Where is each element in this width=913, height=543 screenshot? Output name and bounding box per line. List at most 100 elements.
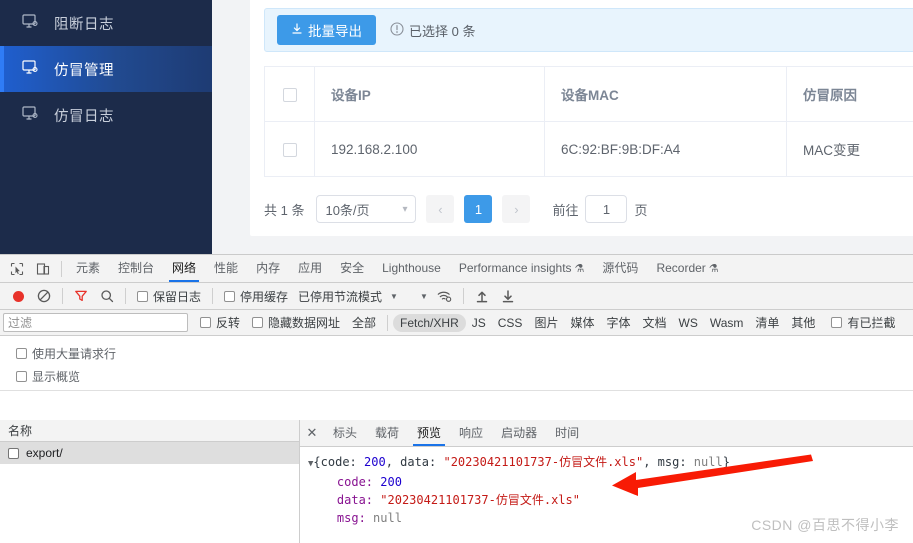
page-size-label: 10条/页 [325, 202, 370, 218]
pagination: 共 1 条 10条/页 ▾ ‹ 1 › 前往 1 页 [264, 195, 913, 223]
filter-type-img[interactable]: 图片 [528, 314, 564, 331]
inspect-cursor-icon[interactable] [4, 256, 30, 282]
filter-type-css[interactable]: CSS [492, 316, 529, 330]
column-header-device-mac[interactable]: 设备MAC [544, 66, 787, 122]
tab-lighthouse[interactable]: Lighthouse [373, 255, 450, 282]
json-summary-msg: null [693, 455, 723, 469]
tab-elements[interactable]: 元素 [67, 255, 109, 282]
filter-input[interactable]: 过滤 [3, 313, 188, 332]
detail-tab-payload[interactable]: 载荷 [366, 420, 408, 446]
divider [212, 288, 214, 304]
disable-cache-checkbox[interactable]: 停用缓存 [218, 288, 294, 305]
json-value-msg: null [373, 511, 402, 525]
beaker-icon: ⚗ [574, 263, 585, 275]
filter-type-media[interactable]: 媒体 [564, 314, 600, 331]
search-icon[interactable] [94, 283, 120, 309]
hide-data-urls-checkbox[interactable]: 隐藏数据网址 [246, 314, 346, 331]
table-row[interactable]: 192.168.2.100 6C:92:BF:9B:DF:A4 MAC变更 [264, 121, 913, 177]
preserve-log-checkbox[interactable]: 保留日志 [131, 288, 207, 305]
checkbox-box [16, 371, 27, 382]
sidebar-item-label: 阻断日志 [54, 16, 114, 33]
record-dot-icon[interactable] [5, 283, 31, 309]
divider [462, 288, 464, 304]
tab-console[interactable]: 控制台 [109, 255, 163, 282]
checkbox-box [16, 348, 27, 359]
caret-down-icon[interactable]: ▼ [406, 292, 432, 301]
big-request-rows-checkbox[interactable]: 使用大量请求行 [8, 342, 913, 365]
sidebar-item-block-log[interactable]: 阻断日志 [0, 0, 212, 46]
upload-arrow-icon[interactable] [469, 283, 495, 309]
info-circle-icon [390, 21, 404, 39]
monitor-icon [22, 59, 38, 79]
batch-export-label: 批量导出 [308, 24, 362, 39]
json-summary-prefix: {code: [313, 455, 364, 469]
jump-page-input[interactable]: 1 [585, 195, 628, 223]
select-all-checkbox[interactable] [282, 87, 297, 102]
filter-type-js[interactable]: JS [466, 316, 492, 330]
filter-type-fetch-xhr[interactable]: Fetch/XHR [393, 313, 466, 332]
tab-security[interactable]: 安全 [331, 255, 373, 282]
pagination-page-1[interactable]: 1 [464, 195, 493, 223]
download-arrow-icon[interactable] [495, 283, 521, 309]
show-overview-label: 显示概览 [32, 370, 81, 384]
json-key-msg: msg: [336, 511, 366, 525]
throttling-label: 已停用节流模式 [298, 289, 383, 304]
filter-type-doc[interactable]: 文档 [636, 314, 672, 331]
detail-tab-timing[interactable]: 时间 [546, 420, 588, 446]
device-toolbar-icon[interactable] [30, 256, 56, 282]
sidebar-item-spoof-management[interactable]: 仿冒管理 [0, 46, 212, 92]
clear-no-entry-icon[interactable] [31, 283, 57, 309]
invert-checkbox[interactable]: 反转 [188, 314, 246, 331]
filter-type-font[interactable]: 字体 [600, 314, 636, 331]
tab-performance[interactable]: 性能 [205, 255, 247, 282]
wifi-settings-icon[interactable] [432, 283, 458, 309]
beaker-icon: ⚗ [708, 263, 719, 275]
sidebar-navigation: 阻断日志 仿冒管理 仿冒日志 [0, 0, 212, 254]
sidebar-item-spoof-log[interactable]: 仿冒日志 [0, 92, 212, 138]
divider [61, 260, 62, 277]
tab-application[interactable]: 应用 [289, 255, 331, 282]
batch-export-button[interactable]: 批量导出 [277, 15, 376, 45]
filter-type-all[interactable]: 全部 [346, 314, 382, 331]
detail-tab-headers[interactable]: 标头 [324, 420, 366, 446]
json-summary-mid: , data: [385, 455, 444, 469]
close-x-icon[interactable]: ✕ [300, 425, 324, 441]
detail-tab-initiator[interactable]: 启动器 [492, 420, 546, 446]
filter-type-manifest[interactable]: 清单 [749, 314, 785, 331]
detail-tab-preview[interactable]: 预览 [408, 420, 450, 446]
chevron-right-icon: › [514, 201, 519, 217]
tab-label: Performance insights [458, 261, 572, 275]
filter-type-other[interactable]: 其他 [785, 314, 821, 331]
filter-type-wasm[interactable]: Wasm [704, 316, 750, 330]
divider [62, 288, 63, 304]
sidebar-item-label: 仿冒日志 [54, 108, 114, 125]
tab-performance-insights[interactable]: Performance insights ⚗ [450, 255, 594, 282]
caret-down-icon[interactable]: ▼ [382, 292, 406, 301]
monitor-icon [22, 105, 38, 125]
show-overview-checkbox[interactable]: 显示概览 [8, 365, 913, 388]
blocked-cookies-label: 有已拦截 [847, 316, 896, 330]
page-size-select[interactable]: 10条/页 ▾ [316, 195, 417, 223]
tab-network[interactable]: 网络 [163, 255, 205, 282]
chevron-left-icon: ‹ [438, 201, 443, 217]
row-checkbox[interactable] [282, 142, 297, 157]
detail-tab-response[interactable]: 响应 [450, 420, 492, 446]
filter-type-ws[interactable]: WS [673, 316, 704, 330]
blocked-cookies-checkbox[interactable]: 有已拦截 [821, 314, 901, 331]
column-header-spoof-reason[interactable]: 仿冒原因 [786, 66, 913, 122]
request-type-icon [8, 447, 19, 459]
checkbox-box [137, 290, 148, 302]
checkbox-box [831, 317, 843, 328]
request-list-header-name[interactable]: 名称 [0, 420, 299, 442]
json-summary-code: 200 [364, 455, 386, 469]
monitor-icon [22, 13, 38, 33]
tab-recorder[interactable]: Recorder ⚗ [647, 255, 727, 282]
funnel-icon[interactable] [68, 283, 94, 309]
column-header-device-ip[interactable]: 设备IP [314, 66, 545, 122]
pagination-prev-button[interactable]: ‹ [426, 195, 455, 223]
pagination-next-button[interactable]: › [502, 195, 531, 223]
request-list-item-export[interactable]: export/ [0, 442, 299, 464]
json-key-code: code: [336, 475, 374, 489]
tab-sources[interactable]: 源代码 [593, 255, 647, 282]
tab-memory[interactable]: 内存 [247, 255, 289, 282]
